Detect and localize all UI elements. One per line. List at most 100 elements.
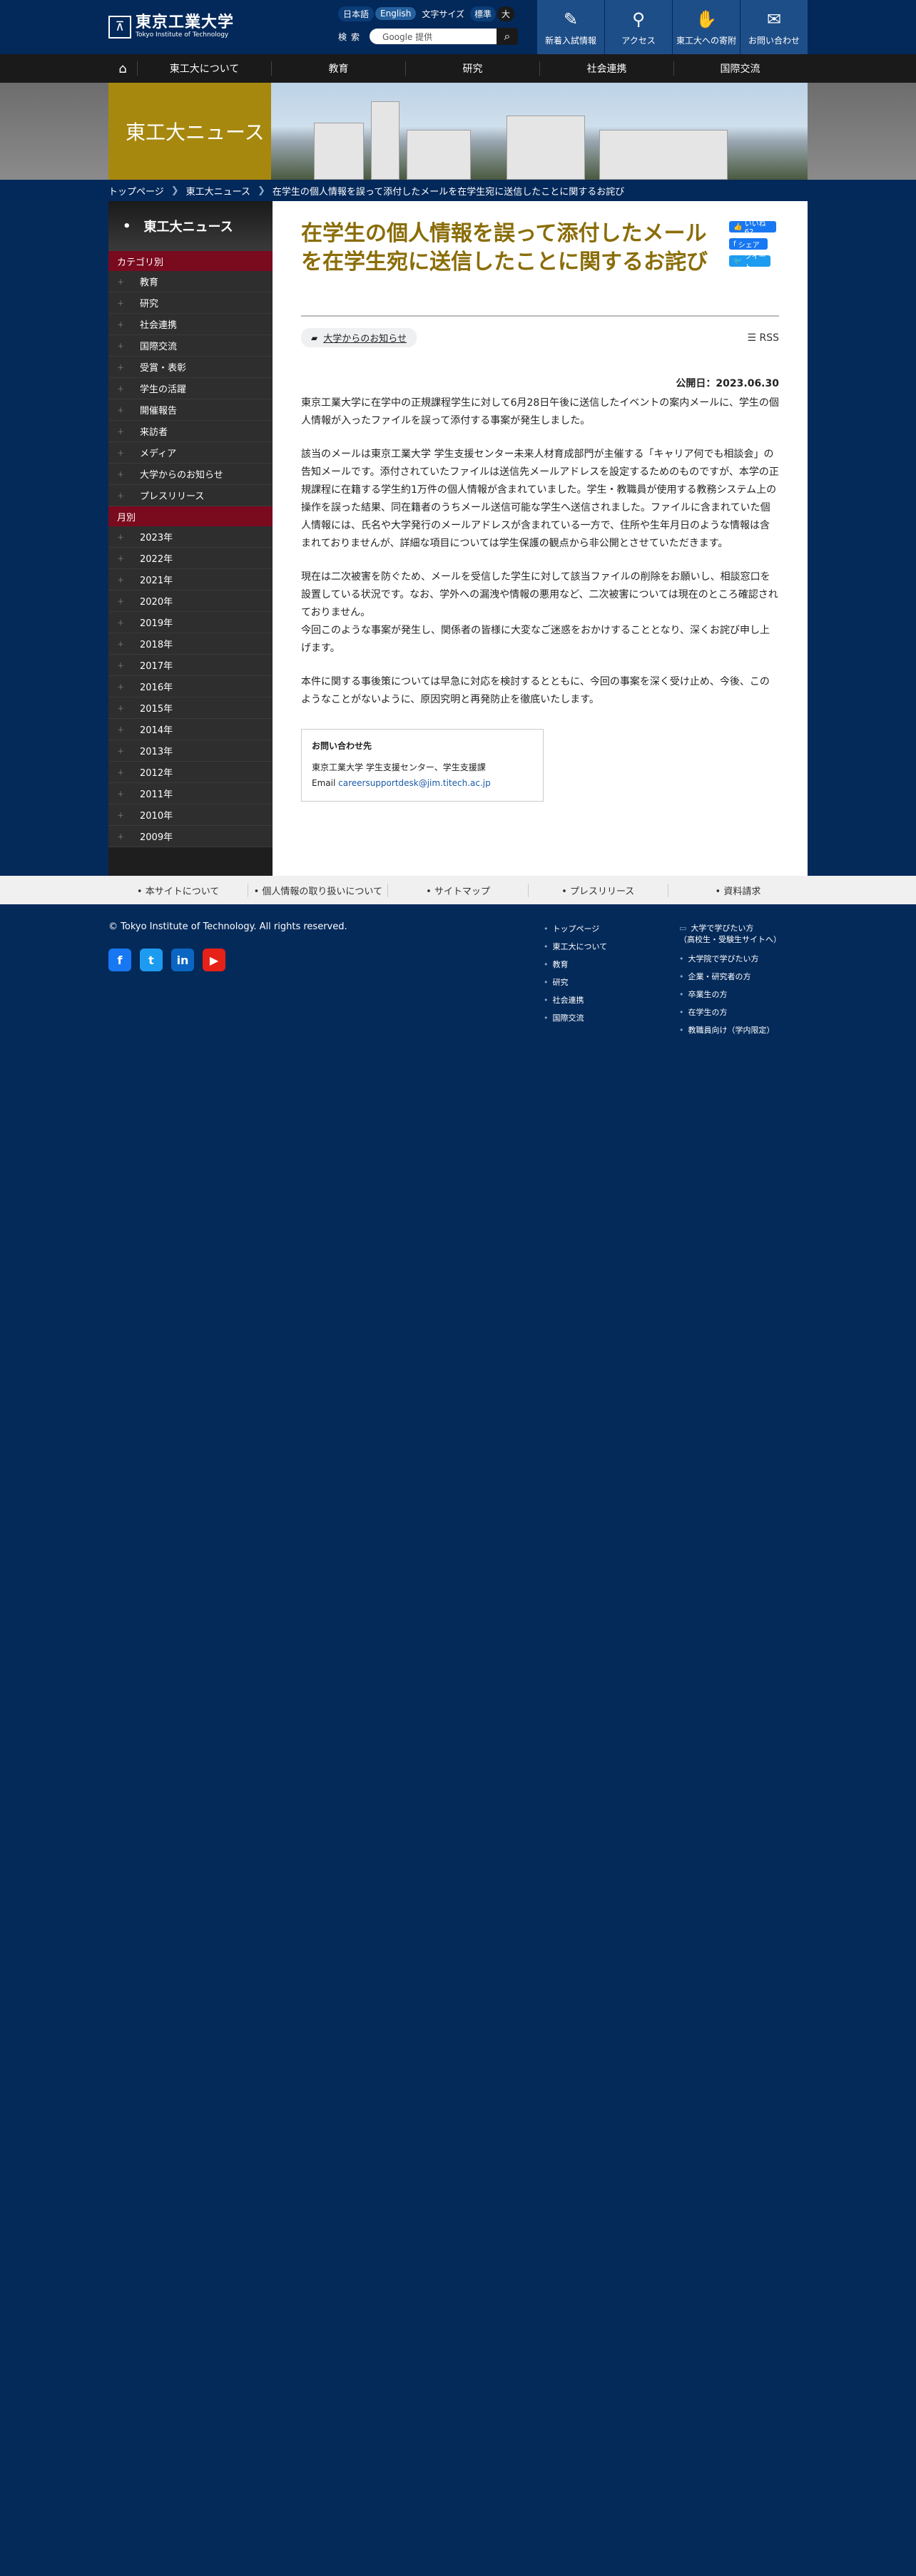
header-nav-label: 新着入試情報	[544, 35, 596, 46]
sidebar-item-year[interactable]: ＋ 2018年	[108, 633, 273, 655]
sidebar-item-year[interactable]: ＋ 2011年	[108, 783, 273, 804]
breadcrumb: トップページ ❯ 東工大ニュース ❯ 在学生の個人情報を誤って添付したメールを在…	[0, 180, 916, 201]
sidebar-item-category[interactable]: ＋ 大学からのお知らせ	[108, 464, 273, 485]
gnav-about[interactable]: 東工大について	[138, 54, 271, 83]
sidebar-item-year[interactable]: ＋ 2020年	[108, 591, 273, 612]
footer-nav-link[interactable]: • 卒業生の方	[679, 986, 781, 1003]
sidebar-item-label: 研究	[140, 299, 159, 310]
facebook-link[interactable]: f	[108, 949, 131, 971]
sidebar-item-category[interactable]: ＋ 学生の活躍	[108, 378, 273, 399]
lang-english[interactable]: English	[375, 7, 417, 20]
site-logo[interactable]: ⊼ 東京工業大学 Tokyo Institute of Technology	[108, 14, 234, 39]
footer-nav-link[interactable]: • 東工大について	[544, 938, 607, 956]
search-input[interactable]: Google 提供	[370, 29, 497, 44]
linkedin-link[interactable]: in	[171, 949, 194, 971]
sidebar-item-year[interactable]: ＋ 2021年	[108, 569, 273, 591]
footer-link[interactable]: • プレスリリース	[529, 883, 668, 897]
facebook-like-button[interactable]: 👍 いいね 62	[729, 220, 776, 236]
chevron-right-icon: ＋	[117, 812, 124, 820]
sidebar-item-category[interactable]: ＋ 研究	[108, 292, 273, 314]
footer-link-label: サイトマップ	[434, 886, 490, 897]
sidebar-title[interactable]: • 東工大ニュース	[108, 201, 273, 251]
header-nav-access[interactable]: ⚲ アクセス	[604, 0, 672, 54]
sidebar-item-category[interactable]: ＋ プレスリリース	[108, 485, 273, 506]
article-title: 在学生の個人情報を誤って添付したメールを在学生宛に送信したことに関するお詫び	[301, 221, 708, 275]
hero-title: 東工大ニュース	[108, 83, 271, 180]
sidebar-item-category[interactable]: ＋ 来訪者	[108, 421, 273, 442]
chevron-right-icon: ❯	[258, 185, 265, 196]
breadcrumb-news[interactable]: 東工大ニュース	[186, 184, 250, 198]
sidebar-item-label: 教育	[140, 277, 159, 288]
rss-label: RSS	[759, 332, 779, 344]
footer-nav-link[interactable]: • 国際交流	[544, 1009, 607, 1027]
sidebar-item-year[interactable]: ＋ 2009年	[108, 826, 273, 847]
footer-nav-link[interactable]: • 教育	[544, 956, 607, 973]
sidebar-item-year[interactable]: ＋ 2015年	[108, 697, 273, 719]
folder-icon: ▰	[311, 332, 318, 343]
gnav-education[interactable]: 教育	[272, 54, 405, 83]
category-tag-link[interactable]: 大学からのお知らせ	[323, 331, 407, 344]
footer-nav-link[interactable]: • トップページ	[544, 920, 607, 938]
footer-link-students[interactable]: ▭ 大学で学びたい方 （高校生・受験生サイトへ）	[679, 923, 781, 946]
footer-link[interactable]: • 資料請求	[668, 884, 808, 897]
header-nav-contact[interactable]: ✉ お問い合わせ	[740, 0, 808, 54]
fontsize-large[interactable]: 大	[497, 6, 515, 21]
category-tag[interactable]: ▰ 大学からのお知らせ	[301, 328, 417, 347]
gnav-international[interactable]: 国際交流	[674, 54, 806, 83]
sidebar-item-year[interactable]: ＋ 2013年	[108, 740, 273, 762]
mail-icon: ✉	[766, 9, 782, 29]
sidebar-item-year[interactable]: ＋ 2010年	[108, 804, 273, 826]
search-button[interactable]: ⌕	[497, 28, 519, 45]
gnav-research[interactable]: 研究	[406, 54, 539, 83]
footer-nav-link[interactable]: • 研究	[544, 973, 607, 991]
sidebar-item-year[interactable]: ＋ 2022年	[108, 548, 273, 569]
breadcrumb-top[interactable]: トップページ	[108, 184, 164, 198]
sidebar-item-category[interactable]: ＋ 受賞・表彰	[108, 357, 273, 378]
sidebar-item-label: 開催報告	[140, 406, 178, 416]
sidebar-item-label: 大学からのお知らせ	[140, 470, 223, 481]
fb-share-label: シェア	[738, 241, 760, 250]
global-nav: ⌂ 東工大について 教育 研究 社会連携 国際交流	[0, 54, 916, 83]
chevron-right-icon: ＋	[117, 791, 124, 799]
gnav-social[interactable]: 社会連携	[540, 54, 673, 83]
tweet-button[interactable]: 🐦 ツイート	[729, 253, 770, 272]
footer-nav-link[interactable]: • 大学院で学びたい方	[679, 950, 781, 968]
youtube-link[interactable]: ▶	[203, 949, 225, 971]
fontsize-standard[interactable]: 標準	[470, 6, 497, 21]
sidebar-item-year[interactable]: ＋ 2016年	[108, 676, 273, 697]
sidebar-bottom	[108, 847, 273, 876]
bullet-icon: •	[426, 886, 434, 897]
footer-nav-link[interactable]: • 企業・研究者の方	[679, 968, 781, 986]
sidebar-item-category[interactable]: ＋ 開催報告	[108, 399, 273, 421]
header-nav-admissions[interactable]: ✎ 新着入試情報	[536, 0, 604, 54]
sidebar-item-category[interactable]: ＋ メディア	[108, 442, 273, 464]
sidebar-item-label: 2011年	[140, 789, 173, 800]
footer-link-label: 資料請求	[723, 886, 761, 897]
footer-nav-link[interactable]: • 社会連携	[544, 991, 607, 1009]
sidebar-item-category[interactable]: ＋ 国際交流	[108, 335, 273, 357]
chevron-right-icon: ＋	[117, 834, 124, 842]
rss-link[interactable]: ☰ RSS	[747, 332, 779, 344]
sidebar-item-year[interactable]: ＋ 2017年	[108, 655, 273, 676]
footer-nav-link[interactable]: • 教職員向け（学内限定）	[679, 1021, 781, 1039]
footer-nav-link[interactable]: • 在学生の方	[679, 1003, 781, 1021]
sidebar-item-year[interactable]: ＋ 2012年	[108, 762, 273, 783]
header-nav-donation[interactable]: ✋ 東工大への寄附	[672, 0, 740, 54]
sidebar-item-year[interactable]: ＋ 2019年	[108, 612, 273, 633]
sidebar-item-year[interactable]: ＋ 2023年	[108, 526, 273, 548]
footer-link[interactable]: • 本サイトについて	[108, 883, 249, 897]
chevron-right-icon: ＋	[117, 620, 124, 628]
chevron-right-icon: ＋	[117, 534, 124, 542]
gnav-home[interactable]: ⌂	[108, 54, 137, 83]
footer-link[interactable]: • サイトマップ	[388, 883, 529, 897]
sidebar-item-category[interactable]: ＋ 社会連携	[108, 314, 273, 335]
facebook-share-button[interactable]: f シェア	[729, 238, 768, 250]
footer-link[interactable]: • 個人情報の取り扱いについて	[248, 883, 389, 897]
contact-email-link[interactable]: careersupportdesk@jim.titech.ac.jp	[338, 778, 491, 788]
youtube-icon: ▶	[209, 953, 219, 967]
sidebar-item-year[interactable]: ＋ 2014年	[108, 719, 273, 740]
sidebar-item-category[interactable]: ＋ 教育	[108, 271, 273, 292]
twitter-link[interactable]: t	[140, 949, 163, 971]
lang-japanese[interactable]: 日本語	[338, 6, 375, 21]
header-nav-label: アクセス	[621, 35, 656, 46]
